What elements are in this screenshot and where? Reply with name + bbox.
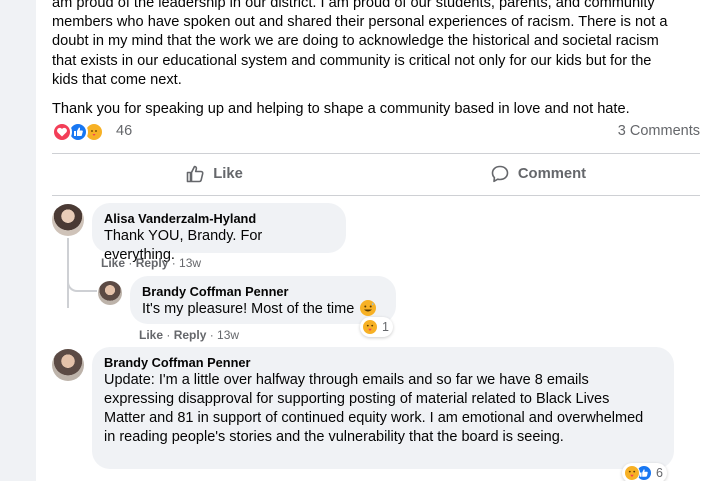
post-line: am proud of the leadership in our distri… [52,0,655,11]
like-button[interactable]: Like [52,156,376,192]
comment-reply-link[interactable]: Reply [136,256,169,270]
post-card: am proud of the leadership in our distri… [36,0,712,481]
post-paragraph-1: am proud of the leadership in our distri… [52,0,692,90]
comment-like-link[interactable]: Like [139,328,163,342]
comments-count-link[interactable]: 3 Comments [618,123,700,139]
comment-reaction-count: 6 [656,466,663,480]
comment-text: It's my pleasure! Most of the time [142,300,384,319]
comment-meta: Like · Reply · 13w [101,256,202,270]
divider [52,195,700,196]
comment-author[interactable]: Alisa Vanderzalm-Hyland [104,211,334,227]
care-icon [362,319,378,335]
post-line: members who have spoken out and shared t… [52,14,668,31]
care-icon [624,465,640,481]
post-line: doubt in my mind that the work we are do… [52,33,659,50]
like-button-label: Like [213,166,243,182]
comment-meta: Like · Reply · 13w [139,328,240,342]
comment-bubble: Brandy Coffman Penner It's my pleasure! … [130,276,396,324]
comment-bubble: Alisa Vanderzalm-Hyland Thank YOU, Brand… [92,203,346,263]
grinning-sweat-emoji-icon [360,300,377,316]
comment-bubble: Brandy Coffman Penner Update: I'm a litt… [92,347,674,469]
comment-reaction-summary[interactable]: 1 [360,317,393,337]
comment-text: Update: I'm a little over halfway throug… [104,372,644,445]
comment-reaction-summary[interactable]: 6 [622,463,667,481]
post-line: kids that come next. [52,71,182,88]
post-body: am proud of the leadership in our distri… [52,0,692,129]
comment-reaction-count: 1 [382,320,389,334]
love-icon [52,122,72,142]
thread-connector [67,270,97,292]
post-paragraph-2: Thank you for speaking up and helping to… [52,101,630,118]
comment-text-body: It's my pleasure! Most of the time [142,301,355,317]
comment-like-link[interactable]: Like [101,256,125,270]
comment-author[interactable]: Brandy Coffman Penner [104,355,662,371]
comment-button-label: Comment [517,166,587,182]
comment-icon [491,165,509,183]
reaction-icons[interactable] [52,122,112,142]
comment-button[interactable]: Comment [376,156,700,192]
avatar[interactable] [52,204,84,236]
reactions-summary: 46 3 Comments [52,120,700,144]
avatar[interactable] [52,349,84,381]
comment-author[interactable]: Brandy Coffman Penner [142,284,384,300]
comment-timestamp[interactable]: 13w [217,328,239,342]
thumbs-up-icon [186,165,204,183]
reaction-count[interactable]: 46 [116,123,132,139]
comment-reply-link[interactable]: Reply [174,328,207,342]
comment-timestamp[interactable]: 13w [179,256,201,270]
divider [52,153,700,154]
avatar[interactable] [98,281,122,305]
post-line: that exists in our educational system an… [52,52,652,69]
action-bar: Like Comment [52,156,700,192]
